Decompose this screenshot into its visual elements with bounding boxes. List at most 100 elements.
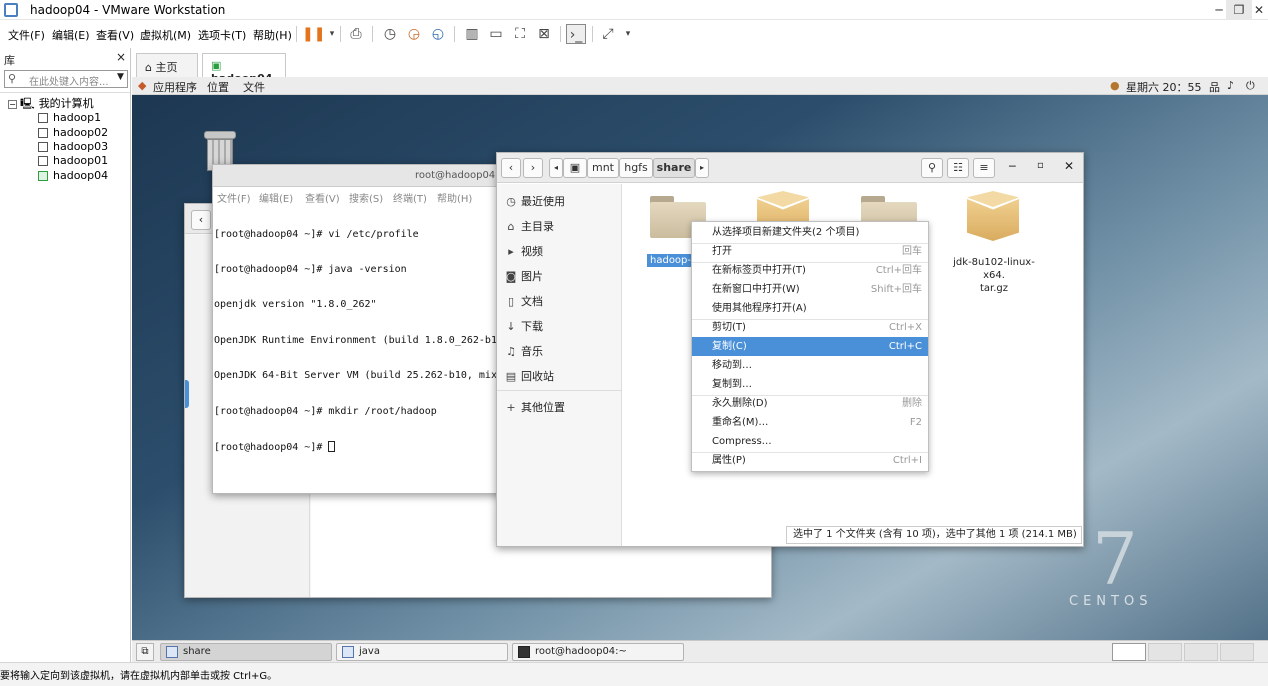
taskbar-item-terminal[interactable]: root@hadoop04:~: [512, 643, 684, 661]
minimize-icon[interactable]: ─: [1009, 160, 1016, 173]
library-close-icon[interactable]: ×: [116, 50, 126, 64]
taskbar-item-java[interactable]: java: [336, 643, 508, 661]
terminal-menu-search[interactable]: 搜索(S): [349, 190, 383, 205]
close-icon[interactable]: ✕: [1064, 159, 1074, 173]
tree-vm[interactable]: hadoop02: [38, 126, 108, 140]
panel-applications[interactable]: 应用程序: [153, 79, 197, 95]
library-search-input[interactable]: ⚲ 在此处键入内容... ▼: [4, 70, 128, 88]
tree-vm[interactable]: hadoop01: [38, 154, 108, 168]
terminal-menu-help[interactable]: 帮助(H): [437, 190, 472, 205]
sidebar-item-videos[interactable]: ▸ 视频: [505, 243, 543, 259]
menu-item-open-with[interactable]: 使用其他程序打开(A): [692, 299, 928, 318]
tree-vm[interactable]: hadoop1: [38, 111, 101, 125]
panel-clock[interactable]: 星期六 20：55: [1126, 79, 1202, 95]
menu-file[interactable]: 文件(F): [8, 27, 45, 43]
menu-item-accel: 回车: [902, 246, 922, 257]
menu-item-properties[interactable]: 属性(P) Ctrl+I: [692, 451, 928, 470]
workspace-1[interactable]: [1112, 643, 1146, 661]
menu-vm[interactable]: 虚拟机(M): [140, 27, 191, 43]
chevron-down-icon[interactable]: ▼: [117, 72, 124, 82]
revert-snapshot-icon[interactable]: ◶: [404, 24, 424, 44]
send-keys-icon[interactable]: ⎙: [346, 24, 366, 44]
menu-item-move-to[interactable]: 移动到…: [692, 356, 928, 375]
guest-screen[interactable]: ◆ 应用程序 位置 文件 ● 星期六 20：55 品 ♪ ⏻ ‹ root@ha…: [132, 77, 1268, 640]
breadcrumb-left-icon[interactable]: ◂: [549, 158, 563, 178]
menu-item-cut[interactable]: 剪切(T) Ctrl+X: [692, 318, 928, 337]
menu-help[interactable]: 帮助(H): [253, 27, 292, 43]
terminal-menu-edit[interactable]: 编辑(E): [259, 190, 293, 205]
sidebar-item-other-locations[interactable]: + 其他位置: [505, 399, 565, 415]
sidebar-item-downloads[interactable]: ↓ 下载: [505, 318, 543, 334]
panel-file[interactable]: 文件: [243, 79, 265, 95]
breadcrumb-share[interactable]: share: [653, 158, 695, 178]
archive-icon[interactable]: [967, 191, 1019, 241]
dropdown-arrow-icon[interactable]: ▾: [618, 24, 638, 44]
dropdown-arrow-icon[interactable]: ▾: [322, 24, 342, 44]
sidebar-item-pictures[interactable]: ◙ 图片: [505, 268, 543, 284]
terminal-menu-view[interactable]: 查看(V): [305, 190, 340, 205]
menu-item-delete[interactable]: 永久删除(D) 删除: [692, 394, 928, 413]
maximize-icon[interactable]: ▫: [1037, 160, 1044, 171]
taskbar-item-label: java: [359, 646, 380, 657]
network-icon[interactable]: 品: [1209, 79, 1220, 95]
terminal-output[interactable]: [root@hadoop04 ~]# vi /etc/profile [root…: [213, 205, 503, 493]
snapshot-icon[interactable]: ◷: [380, 24, 400, 44]
forward-icon[interactable]: ›: [523, 158, 543, 178]
stretch-icon[interactable]: ⤢: [598, 24, 618, 44]
sidebar-toggle-icon[interactable]: ▥: [462, 24, 482, 44]
root-drive-icon[interactable]: ▣: [563, 158, 587, 178]
terminal-window[interactable]: root@hadoop04:~ 文件(F) 编辑(E) 查看(V) 搜索(S) …: [212, 164, 504, 494]
power-icon[interactable]: ⏻: [1246, 79, 1255, 93]
tree-root[interactable]: − 🖳 我的计算机: [8, 97, 94, 111]
menu-tabs[interactable]: 选项卡(T): [198, 27, 246, 43]
sidebar-item-home[interactable]: ⌂ 主目录: [505, 218, 555, 234]
menu-item-copy-to[interactable]: 复制到…: [692, 375, 928, 394]
sidebar-item-documents[interactable]: ▯ 文档: [505, 293, 543, 309]
console-icon[interactable]: ›_: [566, 24, 586, 44]
menu-item-open[interactable]: 打开 回车: [692, 242, 928, 261]
tree-vm[interactable]: hadoop03: [38, 140, 108, 154]
menu-item-new-folder[interactable]: 从选择项目新建文件夹(2 个项目): [692, 223, 928, 242]
sidebar-item-recent[interactable]: ◷ 最近使用: [505, 193, 565, 209]
hamburger-menu-icon[interactable]: ≡: [973, 158, 995, 178]
sidebar-item-trash[interactable]: ▤ 回收站: [505, 368, 554, 384]
back-icon[interactable]: ‹: [191, 210, 211, 230]
panel-places[interactable]: 位置: [207, 79, 229, 95]
collapse-icon[interactable]: −: [8, 100, 17, 109]
thumbnail-bar-icon[interactable]: ▭: [486, 24, 506, 44]
workspace-4[interactable]: [1220, 643, 1254, 661]
fullscreen-icon[interactable]: ⛶: [510, 24, 530, 44]
tree-vm[interactable]: hadoop04: [38, 169, 108, 183]
menu-item-open-window[interactable]: 在新窗口中打开(W) Shift+回车: [692, 280, 928, 299]
taskbar-item-share[interactable]: share: [160, 643, 332, 661]
view-options-icon[interactable]: ☷: [947, 158, 969, 178]
file-label[interactable]: jdk-8u102-linux-x64. tar.gz: [943, 256, 1045, 295]
terminal-menu-file[interactable]: 文件(F): [217, 190, 251, 205]
sidebar-item-label: 文档: [521, 295, 543, 308]
tab-home[interactable]: ⌂ 主页: [136, 53, 198, 77]
pause-icon[interactable]: ❚❚: [302, 24, 325, 44]
breadcrumb-mnt[interactable]: mnt: [587, 158, 619, 178]
menu-edit[interactable]: 编辑(E): [52, 27, 90, 43]
breadcrumb-right-icon[interactable]: ▸: [695, 158, 709, 178]
show-desktop-icon[interactable]: ⧉: [136, 643, 154, 661]
workspace-2[interactable]: [1148, 643, 1182, 661]
close-icon[interactable]: ✕: [1246, 0, 1268, 20]
tab-hadoop04[interactable]: ▣ hadoop04 ×: [202, 53, 286, 98]
menu-item-open-tab[interactable]: 在新标签页中打开(T) Ctrl+回车: [692, 261, 928, 280]
back-icon[interactable]: ‹: [501, 158, 521, 178]
menu-item-rename[interactable]: 重命名(M)… F2: [692, 413, 928, 432]
volume-icon[interactable]: ♪: [1227, 79, 1234, 92]
taskbar-item-label: root@hadoop04:~: [535, 646, 627, 657]
unity-icon[interactable]: ⊠: [534, 24, 554, 44]
menu-item-label: 在新窗口中打开(W): [712, 284, 800, 295]
menu-view[interactable]: 查看(V): [96, 27, 134, 43]
menu-item-compress[interactable]: Compress…: [692, 432, 928, 451]
search-icon[interactable]: ⚲: [921, 158, 943, 178]
snapshot-manager-icon[interactable]: ◵: [428, 24, 448, 44]
sidebar-item-music[interactable]: ♫ 音乐: [505, 343, 543, 359]
menu-item-copy[interactable]: 复制(C) Ctrl+C: [692, 337, 928, 356]
workspace-3[interactable]: [1184, 643, 1218, 661]
terminal-menu-terminal[interactable]: 终端(T): [393, 190, 427, 205]
breadcrumb-hgfs[interactable]: hgfs: [619, 158, 653, 178]
